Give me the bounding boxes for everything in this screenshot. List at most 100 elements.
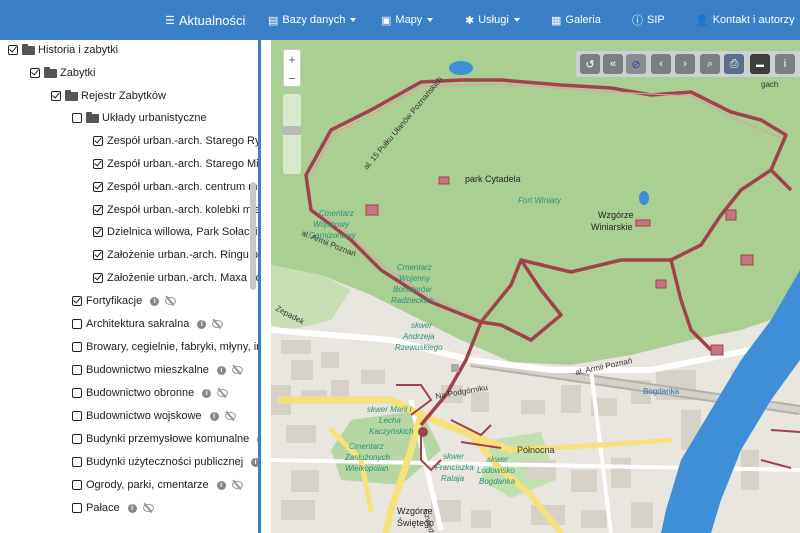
map-label-fort: Fort Winiary xyxy=(518,196,562,205)
gear-icon: ✱ xyxy=(465,14,475,27)
map-view[interactable]: al. 15 Pułku Ułanów Poznańskich park Cyt… xyxy=(271,40,800,533)
map-label-water: Bogdanka xyxy=(643,387,680,396)
checkbox[interactable] xyxy=(72,480,82,490)
zoom-out-button[interactable]: − xyxy=(284,69,300,87)
tree-item[interactable]: Rejestr Zabytków xyxy=(51,86,166,106)
tree-item[interactable]: Zespół urban.-arch. centrum mi xyxy=(93,177,258,197)
folder-open-icon xyxy=(65,89,78,101)
info-icon[interactable]: i xyxy=(216,480,226,490)
checkbox[interactable] xyxy=(93,273,103,283)
chevron-left-icon[interactable]: ‹ xyxy=(651,54,671,74)
sidebar-scrollbar[interactable] xyxy=(250,182,256,290)
checkbox[interactable] xyxy=(72,319,82,329)
nav-item-aktualnosci[interactable]: ☰ Aktualności xyxy=(165,0,245,40)
zoom-slider-handle[interactable] xyxy=(283,126,301,135)
ruler-icon[interactable]: ▬ xyxy=(750,54,770,74)
checkbox[interactable] xyxy=(93,159,103,169)
tree-item[interactable]: Założenie urban.-arch. Maxa Jo xyxy=(93,268,258,288)
map-label-hill: Wzgórze xyxy=(598,210,634,220)
eye-slash-icon[interactable] xyxy=(224,412,236,420)
tree-item[interactable]: Zabytki xyxy=(30,63,95,83)
tree-item[interactable]: Budynki przemysłowe komunalne i xyxy=(72,429,258,449)
map-label-cemetery: Cmentarz xyxy=(349,442,384,451)
info-icon[interactable]: i xyxy=(127,503,137,513)
info-icon[interactable]: i xyxy=(209,411,219,421)
info-icon[interactable]: i xyxy=(150,296,160,306)
top-navbar: ☰ Aktualności ▤ Bazy danych ▣ Mapy ✱ Usł… xyxy=(0,0,800,40)
double-chevron-left-icon[interactable]: « xyxy=(603,54,623,74)
tree-item-label: Budynki przemysłowe komunalne xyxy=(86,433,250,445)
info-icon[interactable]: i xyxy=(197,319,207,329)
eye-slash-icon[interactable] xyxy=(142,504,154,512)
tree-item[interactable]: Zespół urban.-arch. Starego Ry xyxy=(93,131,258,151)
folder-open-icon xyxy=(22,43,35,55)
checkbox[interactable] xyxy=(72,296,82,306)
tree-item-label: Dzielnica willowa, Park Sołacki xyxy=(107,226,258,238)
tree-item[interactable]: Ogrody, parki, cmentarze i xyxy=(72,475,243,495)
checkbox[interactable] xyxy=(72,388,82,398)
print-icon[interactable]: ⎙ xyxy=(724,54,744,74)
info-icon[interactable]: i xyxy=(251,457,258,467)
tree-item[interactable]: Budownictwo obronne i xyxy=(72,383,229,403)
tree-item-label: Budownictwo mieszkalne xyxy=(86,364,209,376)
eye-slash-icon[interactable] xyxy=(231,481,243,489)
tree-item[interactable]: Układy urbanistyczne xyxy=(72,108,207,128)
checkbox[interactable] xyxy=(72,503,82,513)
tree-item[interactable]: Budownictwo mieszkalne i xyxy=(72,360,243,380)
checkbox[interactable] xyxy=(93,205,103,215)
info-icon[interactable]: i xyxy=(775,54,795,74)
checkbox[interactable] xyxy=(72,342,82,352)
checkbox[interactable] xyxy=(72,411,82,421)
map-label-square: skwer Marii i xyxy=(367,405,412,414)
checkbox[interactable] xyxy=(93,136,103,146)
share-icon[interactable]: ↺ xyxy=(580,54,600,74)
tree-item[interactable]: Fortyfikacje i xyxy=(72,291,177,311)
tree-item[interactable]: Budynki użyteczności publicznej i xyxy=(72,452,258,472)
map-label-square: Rzewuskiego xyxy=(395,343,443,352)
tree-item[interactable]: Browary, cegielnie, fabryki, młyny, ir xyxy=(72,337,258,357)
checkbox[interactable] xyxy=(93,227,103,237)
zoom-in-button[interactable]: + xyxy=(284,50,300,68)
map-label-cemetery: Wojenny xyxy=(399,274,431,283)
nav-item-mapy[interactable]: ▣ Mapy xyxy=(381,0,434,40)
eye-slash-icon[interactable] xyxy=(165,297,177,305)
checkbox[interactable] xyxy=(93,182,103,192)
database-icon: ▤ xyxy=(268,14,279,27)
tree-item-label: Ogrody, parki, cmentarze xyxy=(86,479,209,491)
nav-item-label: SIP xyxy=(647,14,665,26)
eye-slash-icon[interactable] xyxy=(231,366,243,374)
tree-item[interactable]: Zespół urban.-arch. Starego Mi xyxy=(93,154,258,174)
checkbox[interactable] xyxy=(72,434,82,444)
tree-item[interactable]: Założenie urban.-arch. Ringu p xyxy=(93,245,258,265)
checkbox[interactable] xyxy=(93,250,103,260)
checkbox[interactable] xyxy=(72,365,82,375)
nav-item-bazy-danych[interactable]: ▤ Bazy danych xyxy=(268,0,357,40)
chevron-right-icon[interactable]: › xyxy=(675,54,695,74)
eye-slash-icon[interactable] xyxy=(217,389,229,397)
tree-item[interactable]: Dzielnica willowa, Park Sołacki xyxy=(93,222,257,242)
checkbox[interactable] xyxy=(72,113,82,123)
checkbox[interactable] xyxy=(30,68,40,78)
eye-slash-icon[interactable]: ⊘ xyxy=(626,54,646,74)
checkbox[interactable] xyxy=(72,457,82,467)
tree-item-label: Historia i zabytki xyxy=(38,44,119,56)
eye-slash-icon[interactable] xyxy=(212,320,224,328)
tree-item[interactable]: Historia i zabytki xyxy=(8,40,118,60)
tree-item[interactable]: Zespół urban.-arch. kolebki mia xyxy=(93,200,258,220)
search-icon[interactable]: ⌕ xyxy=(700,54,720,74)
tree-item[interactable]: Pałace i xyxy=(72,498,154,518)
caret-down-icon xyxy=(513,18,520,22)
nav-item-uslugi[interactable]: ✱ Usługi xyxy=(465,0,520,40)
nav-item-kontakt[interactable]: 👤 Kontakt i autorzy xyxy=(695,0,800,40)
tree-item[interactable]: Budownictwo wojskowe i xyxy=(72,406,236,426)
nav-item-sip[interactable]: ⓘ SIP xyxy=(632,0,665,40)
info-icon[interactable]: i xyxy=(216,365,226,375)
nav-item-galeria[interactable]: ▦ Galeria xyxy=(551,0,601,40)
tree-item[interactable]: Architektura sakralna i xyxy=(72,314,224,334)
tree-item-label: Fortyfikacje xyxy=(86,295,143,307)
map-label-street: gach xyxy=(761,80,778,89)
nav-item-label: Galeria xyxy=(565,14,601,26)
checkbox[interactable] xyxy=(8,45,18,55)
checkbox[interactable] xyxy=(51,91,61,101)
info-icon[interactable]: i xyxy=(202,388,212,398)
